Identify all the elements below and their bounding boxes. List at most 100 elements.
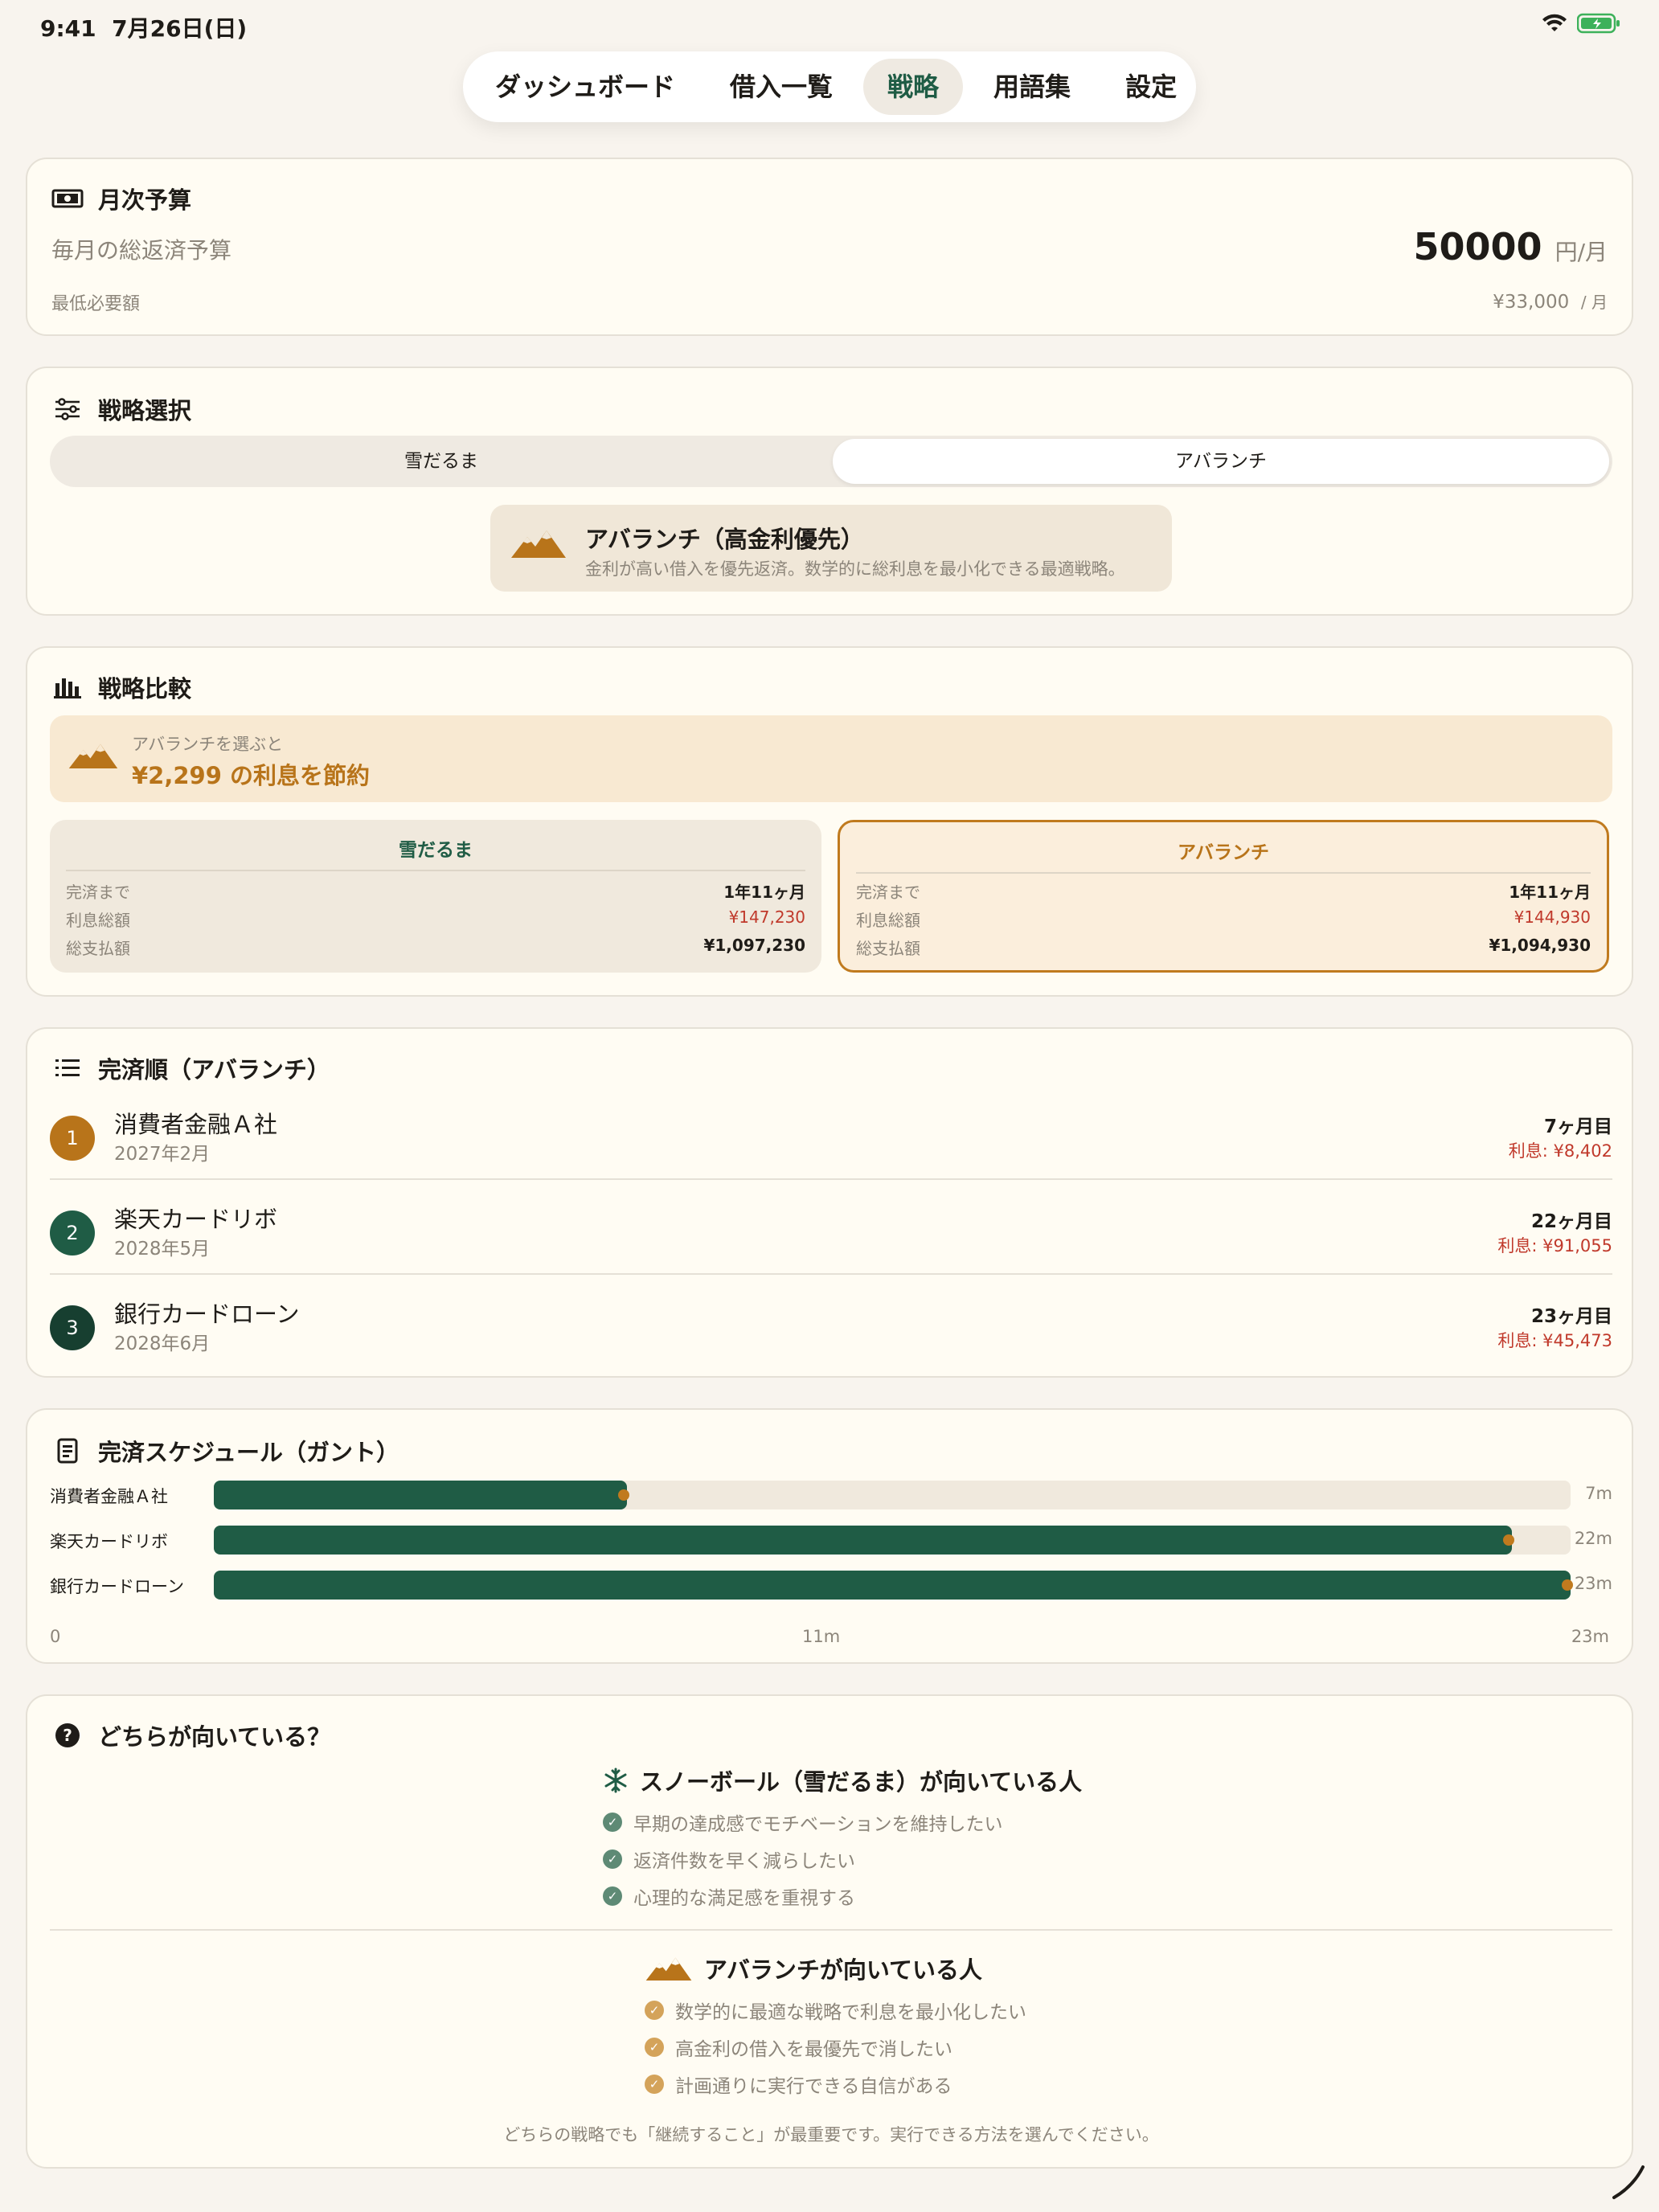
gantt-row: 楽天カードリボ 22m	[50, 1524, 1612, 1556]
gantt-bar	[214, 1481, 627, 1509]
compare-avalanche-name: アバランチ	[856, 837, 1591, 874]
divider	[50, 1929, 1612, 1931]
gantt-bar	[214, 1571, 1571, 1600]
payoff-order-item[interactable]: 1 消費者金融Ａ社 2027年2月 7ヶ月目 利息: ¥8,402	[50, 1093, 1612, 1188]
strategy-option-snowball[interactable]: 雪だるま	[53, 439, 830, 484]
mountain-icon	[68, 743, 118, 768]
footer-note: どちらの戦略でも「継続すること」が最重要です。実行できる方法を選んでください。	[503, 2125, 1159, 2144]
tab-loans[interactable]: 借入一覧	[706, 59, 857, 115]
order-rank-badge: 2	[50, 1210, 95, 1256]
which-fits-card: ? どちらが向いている？ スノーボール（雪だるま）が向いている人 ✓ 早期の達成感…	[26, 1694, 1633, 2169]
gantt-axis-mid: 11m	[802, 1627, 841, 1646]
check-icon: ✓	[603, 1886, 622, 1906]
strategy-info-box: アバランチ（高金利優先） 金利が高い借入を優先返済。数学的に総利息を最小化できる…	[490, 505, 1172, 592]
snowflake-icon	[604, 1768, 627, 1793]
gantt-track	[214, 1571, 1573, 1600]
loan-interest: 利息: ¥91,055	[1497, 1236, 1612, 1256]
battery-icon	[1577, 13, 1620, 34]
compare-snowball-panel: 雪だるま 完済まで 1年11ヶ月 利息総額 ¥147,230 総支払額 ¥1,097,…	[50, 820, 821, 973]
gantt-payoff-marker	[617, 1489, 629, 1501]
avalanche-fit-title: アバランチが向いている人	[645, 1952, 982, 1985]
payoff-order-title: 完済順（アバランチ）	[51, 1051, 330, 1085]
strategy-info-desc: 金利が高い借入を優先返済。数学的に総利息を最小化できる最適戦略。	[585, 559, 1125, 579]
compare-avalanche-panel: アバランチ 完済まで 1年11ヶ月 利息総額 ¥144,930 総支払額 ¥1,094…	[838, 820, 1609, 973]
budget-unit: 円/月	[1555, 239, 1608, 265]
compare-title: 戦略比較	[51, 670, 191, 704]
strategy-segmented-control: 雪だるま アバランチ	[50, 436, 1612, 487]
payoff-order-item[interactable]: 3 銀行カードローン 2028年6月 23ヶ月目 利息: ¥45,473	[50, 1283, 1612, 1378]
gantt-axis-start: 0	[50, 1627, 61, 1646]
gantt-bar	[214, 1526, 1512, 1555]
gantt-payoff-marker	[1502, 1534, 1514, 1546]
mountain-icon	[511, 530, 566, 558]
payoff-month: 23ヶ月目	[1530, 1306, 1612, 1327]
status-bar: 9:41 7月26日(日)	[0, 0, 1659, 51]
payoff-month: 7ヶ月目	[1543, 1116, 1612, 1137]
gantt-row: 銀行カードローン 23m	[50, 1569, 1612, 1601]
compare-row: 完済まで 1年11ヶ月	[856, 883, 1591, 902]
gantt-track	[214, 1481, 1571, 1509]
payoff-order-item[interactable]: 2 楽天カードリボ 2028年5月 22ヶ月目 利息: ¥91,055	[50, 1188, 1612, 1283]
payoff-order-card: 完済順（アバランチ） 1 消費者金融Ａ社 2027年2月 7ヶ月目 利息: ¥8…	[26, 1027, 1633, 1378]
compare-row: 利息総額 ¥147,230	[66, 907, 805, 930]
payoff-date: 2028年6月	[114, 1333, 211, 1354]
gantt-payoff-marker	[1562, 1579, 1573, 1591]
gantt-row: 消費者金融Ａ社 7m	[50, 1479, 1612, 1511]
loan-name: 銀行カードローン	[114, 1301, 300, 1328]
budget-value-field[interactable]: 50000 円/月	[1414, 225, 1608, 268]
snowball-fit-item: ✓ 早期の達成感でモチベーションを維持したい	[603, 1809, 1003, 1836]
tab-strategy[interactable]: 戦略	[863, 59, 964, 115]
snowball-fit-item: ✓ 心理的な満足感を重視する	[603, 1882, 855, 1910]
avalanche-fit-item: ✓ 計画通りに実行できる自信がある	[645, 2071, 952, 2098]
mountain-icon	[645, 1957, 692, 1981]
svg-text:?: ?	[63, 1726, 72, 1745]
budget-card-title: 月次予算	[51, 182, 191, 215]
strategy-option-avalanche[interactable]: アバランチ	[833, 439, 1609, 484]
list-icon	[51, 1055, 84, 1081]
tab-dashboard[interactable]: ダッシュボード	[471, 59, 699, 115]
tab-settings[interactable]: 設定	[1101, 59, 1201, 115]
avalanche-fit-item: ✓ 高金利の借入を最優先で消したい	[645, 2034, 952, 2061]
document-icon	[51, 1438, 84, 1464]
loan-interest: 利息: ¥45,473	[1497, 1331, 1612, 1350]
savings-caption: アバランチを選ぶと	[132, 735, 284, 754]
payoff-date: 2027年2月	[114, 1144, 211, 1165]
avalanche-fit-item: ✓ 数学的に最適な戦略で利息を最小化したい	[645, 1997, 1026, 2024]
strategy-compare-card: 戦略比較 アバランチを選ぶと ¥2,299 の利息を節約 雪だるま 完済まで 1年…	[26, 646, 1633, 997]
gantt-row-label: 銀行カードローン	[50, 1577, 184, 1596]
compare-row: 総支払額 ¥1,094,930	[856, 936, 1591, 958]
compare-snowball-name: 雪だるま	[66, 834, 805, 871]
min-required-label: 最低必要額	[51, 294, 141, 314]
gantt-card: 完済スケジュール（ガント） 消費者金融Ａ社 7m 楽天カードリボ 22m 銀行カ…	[26, 1408, 1633, 1664]
gantt-row-end: 22m	[1574, 1529, 1612, 1548]
order-rank-badge: 1	[50, 1116, 95, 1161]
loan-name: 消費者金融Ａ社	[114, 1111, 278, 1138]
budget-amount[interactable]: 50000	[1414, 225, 1542, 268]
gantt-row-end: 7m	[1585, 1484, 1612, 1503]
compare-row: 完済まで 1年11ヶ月	[66, 883, 805, 902]
banknote-icon	[51, 186, 84, 211]
snowball-fit-title: スノーボール（雪だるま）が向いている人	[603, 1763, 1082, 1797]
which-fits-title: ? どちらが向いている？	[51, 1718, 330, 1752]
compare-row: 総支払額 ¥1,097,230	[66, 936, 805, 958]
payoff-month: 22ヶ月目	[1530, 1211, 1612, 1232]
pencil-stroke-icon	[1612, 2165, 1645, 2199]
compare-row: 利息総額 ¥144,930	[856, 907, 1591, 930]
gantt-title: 完済スケジュール（ガント）	[51, 1434, 399, 1468]
status-icons	[1542, 13, 1622, 34]
min-required-value: ¥33,000 / 月	[1493, 292, 1608, 313]
check-icon: ✓	[645, 2075, 664, 2094]
snowball-fit-item: ✓ 返済件数を早く減らしたい	[603, 1845, 855, 1873]
bar-chart-icon	[51, 674, 84, 700]
gantt-track	[214, 1526, 1571, 1555]
main-tab-bar: ダッシュボード 借入一覧 戦略 用語集 設定	[463, 51, 1196, 122]
gantt-row-label: 楽天カードリボ	[50, 1532, 168, 1551]
gantt-row-label: 消費者金融Ａ社	[50, 1487, 168, 1506]
check-icon: ✓	[603, 1813, 622, 1832]
gantt-axis-end: 23m	[1571, 1627, 1609, 1646]
strategy-info-title: アバランチ（高金利優先）	[585, 526, 864, 553]
order-rank-badge: 3	[50, 1305, 95, 1350]
check-icon: ✓	[645, 2001, 664, 2020]
tab-glossary[interactable]: 用語集	[969, 59, 1095, 115]
budget-label: 毎月の総返済予算	[51, 237, 232, 264]
